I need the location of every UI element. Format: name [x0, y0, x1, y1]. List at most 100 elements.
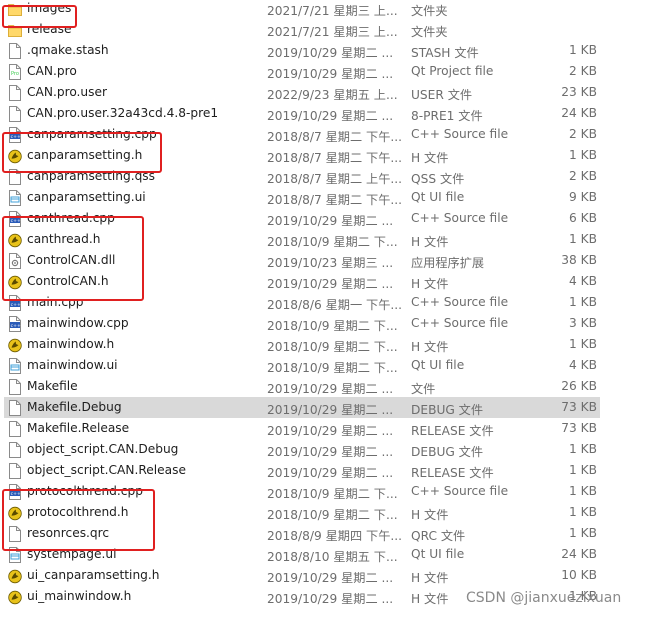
file-name: release	[27, 22, 72, 36]
file-row[interactable]: .qmake.stash 2019/10/29 星期二 ... STASH 文件 1 …	[0, 40, 658, 61]
file-type: H 文件	[411, 277, 449, 291]
file-size: 4 KB	[569, 274, 597, 288]
file-date: 2019/10/29 星期二 ...	[267, 466, 394, 480]
file-row[interactable]: canparamsetting.h 2018/8/7 星期二 下午... H 文件 1…	[0, 145, 658, 166]
file-row[interactable]: CAN.pro.user 2022/9/23 星期五 上... USER 文件 23 …	[0, 82, 658, 103]
file-row[interactable]: images 2021/7/21 星期三 上... 文件夹	[0, 0, 658, 19]
file-type: C++ Source file	[411, 316, 509, 330]
file-type: STASH 文件	[411, 46, 479, 60]
file-date: 2018/8/7 星期二 上午...	[267, 172, 403, 186]
file-row[interactable]: Makefile.Debug 2019/10/29 星期二 ... DEBUG 文件…	[0, 397, 658, 418]
header-file-icon	[8, 337, 22, 353]
file-name: object_script.CAN.Debug	[27, 442, 179, 456]
file-size: 24 KB	[561, 106, 597, 120]
file-row[interactable]: systempage.ui 2018/8/10 星期五 下... Qt UI fil…	[0, 544, 658, 565]
cpp-file-icon: c++	[8, 484, 22, 500]
file-icon	[8, 442, 22, 458]
file-row[interactable]: ControlCAN.h 2019/10/29 星期二 ... H 文件 4 KB	[0, 271, 658, 292]
file-date: 2019/10/29 星期二 ...	[267, 424, 394, 438]
file-type: C++ Source file	[411, 484, 509, 498]
file-row[interactable]: Makefile 2019/10/29 星期二 ... 文件 26 KB	[0, 376, 658, 397]
file-row[interactable]: canparamsetting.ui 2018/8/7 星期二 下午... Qt U…	[0, 187, 658, 208]
file-name: Makefile	[27, 379, 78, 393]
file-date: 2021/7/21 星期三 上...	[267, 4, 398, 18]
svg-text:c++: c++	[11, 491, 21, 497]
svg-text:c++: c++	[11, 134, 21, 140]
file-date: 2019/10/29 星期二 ...	[267, 571, 394, 585]
file-name: canparamsetting.ui	[27, 190, 146, 204]
file-type: DEBUG 文件	[411, 403, 484, 417]
file-date: 2018/10/9 星期二 下...	[267, 319, 398, 333]
file-type: Qt UI file	[411, 190, 465, 204]
file-size: 1 KB	[569, 43, 597, 57]
file-type: DEBUG 文件	[411, 445, 484, 459]
file-date: 2019/10/29 星期二 ...	[267, 277, 394, 291]
file-name: mainwindow.ui	[27, 358, 118, 372]
file-row[interactable]: mainwindow.ui 2018/10/9 星期二 下... Qt UI fil…	[0, 355, 658, 376]
cpp-file-icon: c++	[8, 295, 22, 311]
file-date: 2019/10/29 星期二 ...	[267, 46, 394, 60]
file-row[interactable]: Makefile.Release 2019/10/29 星期二 ... RELEAS…	[0, 418, 658, 439]
file-type: 应用程序扩展	[411, 256, 485, 270]
file-icon	[8, 400, 22, 416]
svg-text:c++: c++	[11, 323, 21, 329]
file-type: H 文件	[411, 571, 449, 585]
file-row[interactable]: ui_canparamsetting.h 2019/10/29 星期二 ... H …	[0, 565, 658, 586]
file-row[interactable]: release 2021/7/21 星期三 上... 文件夹	[0, 19, 658, 40]
file-size: 38 KB	[561, 253, 597, 267]
file-row[interactable]: canthread.h 2018/10/9 星期二 下... H 文件 1 KB	[0, 229, 658, 250]
file-date: 2018/8/9 星期四 下午...	[267, 529, 403, 543]
file-size: 1 KB	[569, 148, 597, 162]
qt-project-icon: Pro	[8, 64, 22, 80]
file-name: CAN.pro.user.32a43cd.4.8-pre1	[27, 106, 219, 120]
cpp-file-icon: c++	[8, 127, 22, 143]
file-size: 73 KB	[561, 421, 597, 435]
cpp-file-icon: c++	[8, 211, 22, 227]
file-name: ControlCAN.dll	[27, 253, 116, 267]
file-name: CAN.pro	[27, 64, 77, 78]
file-row[interactable]: c++ main.cpp 2018/8/6 星期一 下午... C++ Source …	[0, 292, 658, 313]
file-type: RELEASE 文件	[411, 424, 494, 438]
file-row[interactable]: mainwindow.h 2018/10/9 星期二 下... H 文件 1 KB	[0, 334, 658, 355]
file-row[interactable]: ControlCAN.dll 2019/10/23 星期三 ... 应用程序扩展 38…	[0, 250, 658, 271]
file-date: 2019/10/29 星期二 ...	[267, 403, 394, 417]
file-row[interactable]: Pro CAN.pro 2019/10/29 星期二 ... Qt Project f…	[0, 61, 658, 82]
file-row[interactable]: c++ canparamsetting.cpp 2018/8/7 星期二 下午...…	[0, 124, 658, 145]
header-file-icon	[8, 232, 22, 248]
file-row[interactable]: object_script.CAN.Release 2019/10/29 星期二 …	[0, 460, 658, 481]
file-size: 23 KB	[561, 85, 597, 99]
file-name: ControlCAN.h	[27, 274, 109, 288]
file-icon	[8, 43, 22, 59]
file-row[interactable]: c++ protocolthrend.cpp 2018/10/9 星期二 下... C…	[0, 481, 658, 502]
file-row[interactable]: object_script.CAN.Debug 2019/10/29 星期二 ..…	[0, 439, 658, 460]
file-icon	[8, 169, 22, 185]
file-size: 1 KB	[569, 337, 597, 351]
file-row[interactable]: c++ mainwindow.cpp 2018/10/9 星期二 下... C++ S…	[0, 313, 658, 334]
svg-text:c++: c++	[11, 302, 21, 308]
file-size: 3 KB	[569, 316, 597, 330]
file-type: RELEASE 文件	[411, 466, 494, 480]
file-type: USER 文件	[411, 88, 473, 102]
file-size: 9 KB	[569, 190, 597, 204]
file-name: mainwindow.h	[27, 337, 115, 351]
file-name: images	[27, 1, 72, 15]
file-row[interactable]: resonrces.qrc 2018/8/9 星期四 下午... QRC 文件 1 K…	[0, 523, 658, 544]
file-row[interactable]: c++ canthread.cpp 2019/10/29 星期二 ... C++ So…	[0, 208, 658, 229]
file-size: 1 KB	[569, 463, 597, 477]
file-name: canthread.cpp	[27, 211, 115, 225]
file-row[interactable]: canparamsetting.qss 2018/8/7 星期二 上午... QSS…	[0, 166, 658, 187]
file-name: .qmake.stash	[27, 43, 109, 57]
file-row[interactable]: protocolthrend.h 2018/10/9 星期二 下... H 文件 1 …	[0, 502, 658, 523]
file-size: 1 KB	[569, 232, 597, 246]
file-size: 4 KB	[569, 358, 597, 372]
file-date: 2019/10/29 星期二 ...	[267, 67, 394, 81]
file-icon	[8, 379, 22, 395]
file-name: protocolthrend.cpp	[27, 484, 143, 498]
file-name: mainwindow.cpp	[27, 316, 129, 330]
file-name: canparamsetting.h	[27, 148, 143, 162]
file-type: H 文件	[411, 592, 449, 606]
file-row[interactable]: CAN.pro.user.32a43cd.4.8-pre1 2019/10/29 …	[0, 103, 658, 124]
file-date: 2019/10/29 星期二 ...	[267, 214, 394, 228]
file-size: 24 KB	[561, 547, 597, 561]
cpp-file-icon: c++	[8, 316, 22, 332]
